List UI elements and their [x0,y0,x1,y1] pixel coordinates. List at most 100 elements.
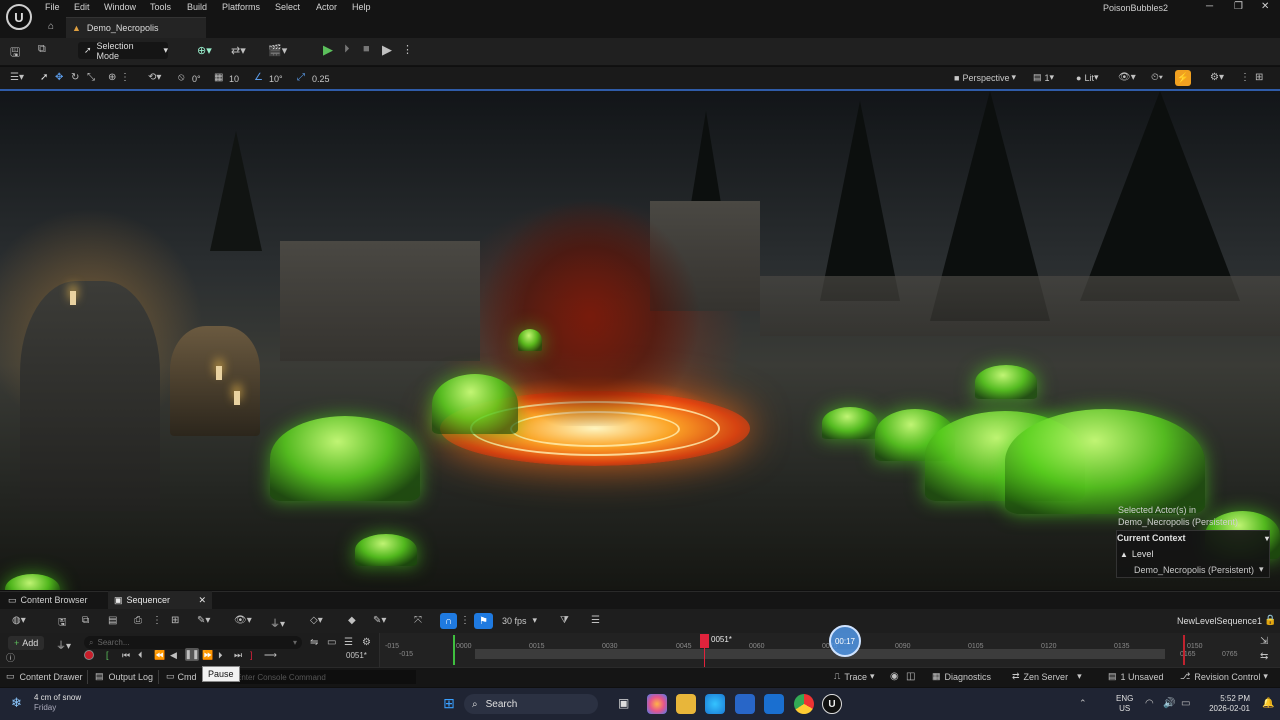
tree-icon[interactable]: ⊞ [171,615,179,626]
world-icon[interactable]: ◍▾ [12,615,26,626]
output-log-button[interactable]: ▤ Output Log [95,671,153,682]
cmd-button[interactable]: ▭ Cmd [166,671,197,682]
store-icon[interactable] [735,694,755,714]
play-reverse-icon[interactable]: ◀ [170,650,177,661]
rotation-snap-value[interactable]: 0° [192,74,201,84]
close-tab-icon[interactable]: ✕ [198,595,206,606]
home-icon[interactable]: ⌂ [48,21,54,32]
snapshot-icon[interactable]: ◫ [906,671,915,682]
key-marker-icon[interactable]: [ [106,650,109,660]
content-drawer-button[interactable]: ▭ Content Drawer [6,671,83,682]
pause-button-icon[interactable]: ❚❚ [184,648,200,661]
tab-content-browser[interactable]: ▭ Content Browser [2,591,94,609]
record-trace-icon[interactable]: ◉ [890,671,899,682]
key-icon[interactable]: ◇▾ [310,615,323,626]
unreal-logo-icon[interactable]: U [6,4,32,30]
pencil-icon[interactable]: ✎▾ [373,615,386,626]
file-explorer-icon[interactable] [676,694,696,714]
level-dropdown[interactable]: Demo_Necropolis (Persistent) ▾ [1134,564,1264,575]
layout-icon[interactable]: ⊞ [1255,72,1263,83]
battery-icon[interactable]: ▭ [1181,698,1190,709]
taskbar-search[interactable]: ⌕ Search [464,694,598,714]
filter-icon[interactable]: ⏚▾ [56,637,71,652]
find-icon[interactable]: ⧉ [82,615,89,626]
end-marker[interactable] [1183,635,1185,665]
camera-icon[interactable]: ▤ [108,615,117,626]
view-icon[interactable]: 👁▾ [234,615,252,626]
viewport-menu-icon[interactable]: ☰▾ [10,72,24,83]
save-icon[interactable]: 🖫 [10,43,20,64]
menu-platforms[interactable]: Platforms [222,2,260,12]
more-options-icon[interactable]: ⋮ [1240,72,1250,83]
auto-key-icon[interactable]: ⚑ [474,613,493,629]
realtime-toggle-icon[interactable]: ⚡ [1175,70,1191,86]
rotate-tool-icon[interactable]: ↻ [71,72,79,83]
lit-mode-dropdown[interactable]: ● Lit ▾ [1076,72,1098,83]
jump-end-icon[interactable]: ⏭ [234,650,242,661]
volume-icon[interactable]: 🔊 [1163,698,1175,709]
scale-tool-icon[interactable]: ⤡ [87,72,95,83]
zoom-icon[interactable]: ⇲ [1260,636,1268,647]
world-space-icon[interactable]: ⊕ [108,72,116,83]
start-marker[interactable] [453,635,455,665]
minimize-icon[interactable]: ─ [1206,1,1213,12]
copilot-icon[interactable] [647,694,667,714]
save-icon[interactable]: 🖫 [58,615,67,632]
more-options-icon[interactable]: ⋮ [402,43,413,56]
close-icon[interactable]: ✕ [1261,1,1269,12]
menu-build[interactable]: Build [187,2,207,12]
menu-tools[interactable]: Tools [150,2,171,12]
jump-start-icon[interactable]: ⏮ [122,650,130,661]
launch-icon[interactable]: ▶ [382,42,392,58]
collapse-icon[interactable]: ▭ [327,637,336,648]
snap-toggle-icon[interactable]: ∩ [440,613,457,629]
tab-sequencer[interactable]: ▣ Sequencer ✕ [108,591,212,609]
task-view-icon[interactable]: ▣ [618,696,629,710]
playback-range-bar[interactable] [475,649,1165,659]
end-marker-icon[interactable]: ] [250,650,253,660]
cinematics-icon[interactable]: 🎬▾ [268,44,287,57]
add-actor-icon[interactable]: ⊕▾ [197,44,212,57]
chrome-icon[interactable] [794,694,814,714]
level-tab[interactable]: ▲ Demo_Necropolis [66,17,206,38]
settings-icon[interactable]: ⚙▾ [1210,72,1224,83]
next-key-icon[interactable]: ⏵ [218,650,223,661]
performance-icon[interactable]: ⏲▾ [1151,72,1163,83]
clock[interactable]: 5:52 PM 2026-02-01 [1208,694,1250,714]
menu-window[interactable]: Window [104,2,136,12]
menu-select[interactable]: Select [275,2,300,12]
current-frame[interactable]: 0051* [346,651,367,660]
language-indicator[interactable]: ENG US [1116,694,1133,714]
step-forward-icon[interactable]: ⏩ [202,650,213,661]
current-context-header[interactable]: Current Context ▾ [1117,533,1269,543]
keyframe-icon[interactable]: ◆ [348,615,356,626]
play-icon[interactable]: ▶ [323,42,333,58]
grid-snap-icon[interactable]: ▦ [214,72,223,83]
wifi-icon[interactable]: ◠ [1145,698,1154,709]
edge-icon[interactable] [705,694,725,714]
rotation-snap-icon[interactable]: ⦸ [178,72,185,83]
step-back-icon[interactable]: ⏪ [154,650,165,661]
camera-speed-dropdown[interactable]: ▤ 1 ▾ [1033,72,1054,83]
trace-dropdown[interactable]: ⎍ Trace ▾ [834,671,875,682]
step-icon[interactable]: ⏵ [344,43,350,56]
stop-icon[interactable]: ■ [363,43,370,55]
prev-key-icon[interactable]: ⏴ [138,650,143,661]
notification-bell-icon[interactable]: 🔔 [1262,698,1274,709]
filter-icon[interactable]: ⏚▾ [270,615,285,630]
surface-snap-icon[interactable]: ⟲▾ [148,72,161,83]
chevron-up-icon[interactable]: ⌃ [1079,698,1087,709]
lock-icon[interactable]: 🔒 [1264,615,1276,626]
perspective-dropdown[interactable]: ■ Perspective ▾ [954,72,1016,83]
maximize-icon[interactable]: ❐ [1234,1,1243,12]
outlook-icon[interactable] [764,694,784,714]
level-viewport[interactable] [0,91,1280,590]
select-tool-icon[interactable]: ➚ [40,72,48,83]
diagnostics-button[interactable]: ▦ Diagnostics [932,671,991,682]
weather-widget[interactable]: 4 cm of snow Friday [34,693,81,713]
loop-icon[interactable]: ⟶ [264,650,277,661]
wrench-icon[interactable]: ✎▾ [197,615,210,626]
timeline-options-icon[interactable]: ⇆ [1260,651,1268,662]
angle-snap-value[interactable]: 10° [269,74,283,84]
scale-snap-value[interactable]: 0.25 [312,74,330,84]
